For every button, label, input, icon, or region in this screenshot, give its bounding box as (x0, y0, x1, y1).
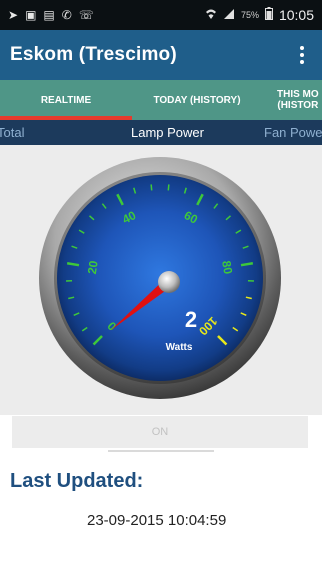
on-button-label: ON (151, 426, 169, 438)
image-icon: ▤ (43, 8, 55, 22)
phone-forward-icon: ✆ (61, 8, 72, 22)
tab-this-month-history[interactable]: THIS MO (HISTOR (262, 80, 322, 120)
navigation-icon: ➤ (8, 8, 19, 22)
tab-label: THIS MO (HISTOR (277, 89, 319, 111)
signal-icon (223, 8, 235, 23)
tab-realtime[interactable]: REALTIME (0, 80, 132, 120)
phone-icon: ☏ (78, 8, 94, 22)
gauge-tick-label: 80 (219, 260, 235, 276)
tab-today-history[interactable]: TODAY (HISTORY) (132, 80, 262, 120)
overflow-menu-icon[interactable] (292, 40, 312, 70)
tab-label: REALTIME (40, 94, 92, 106)
sub-tab-fan-power[interactable]: Fan Powe (264, 125, 322, 140)
gauge-unit: Watts (166, 342, 193, 353)
sub-tab-lamp-power[interactable]: Lamp Power (131, 125, 204, 140)
gauge-value: 2 (185, 307, 197, 332)
sub-tab-total[interactable]: Total (0, 125, 24, 140)
sub-tab-bar: Total Lamp Power Fan Powe (0, 120, 322, 145)
last-updated-label: Last Updated: (10, 470, 144, 492)
notification-icon: ▣ (25, 8, 37, 22)
wifi-icon (205, 8, 217, 23)
power-gauge: 02040 6080100 2 Watts (39, 157, 281, 399)
gauge-tick-label: 20 (85, 259, 101, 275)
last-updated-value: 23-09-2015 10:04:59 (87, 512, 227, 529)
on-button[interactable]: ON (12, 416, 308, 448)
gauge-hub (158, 271, 180, 293)
clock: 10:05 (278, 7, 314, 23)
tab-label: TODAY (HISTORY) (153, 94, 241, 106)
tab-bar: REALTIME TODAY (HISTORY) THIS MO (HISTOR (0, 80, 322, 120)
app-bar: Eskom (Trescimo) (0, 30, 322, 80)
gauge-tick (150, 184, 153, 191)
gauge-panel: 0 20 40 60 80 100 2 Watts (0, 145, 322, 415)
gauge-tick (167, 184, 170, 191)
app-title: Eskom (Trescimo) (10, 44, 177, 65)
status-bar: ➤ ▣ ▤ ✆ ☏ 75% 10:05 (0, 0, 322, 30)
battery-percent: 75% (240, 10, 259, 20)
battery-icon (264, 7, 273, 23)
on-button-underline (108, 450, 214, 452)
